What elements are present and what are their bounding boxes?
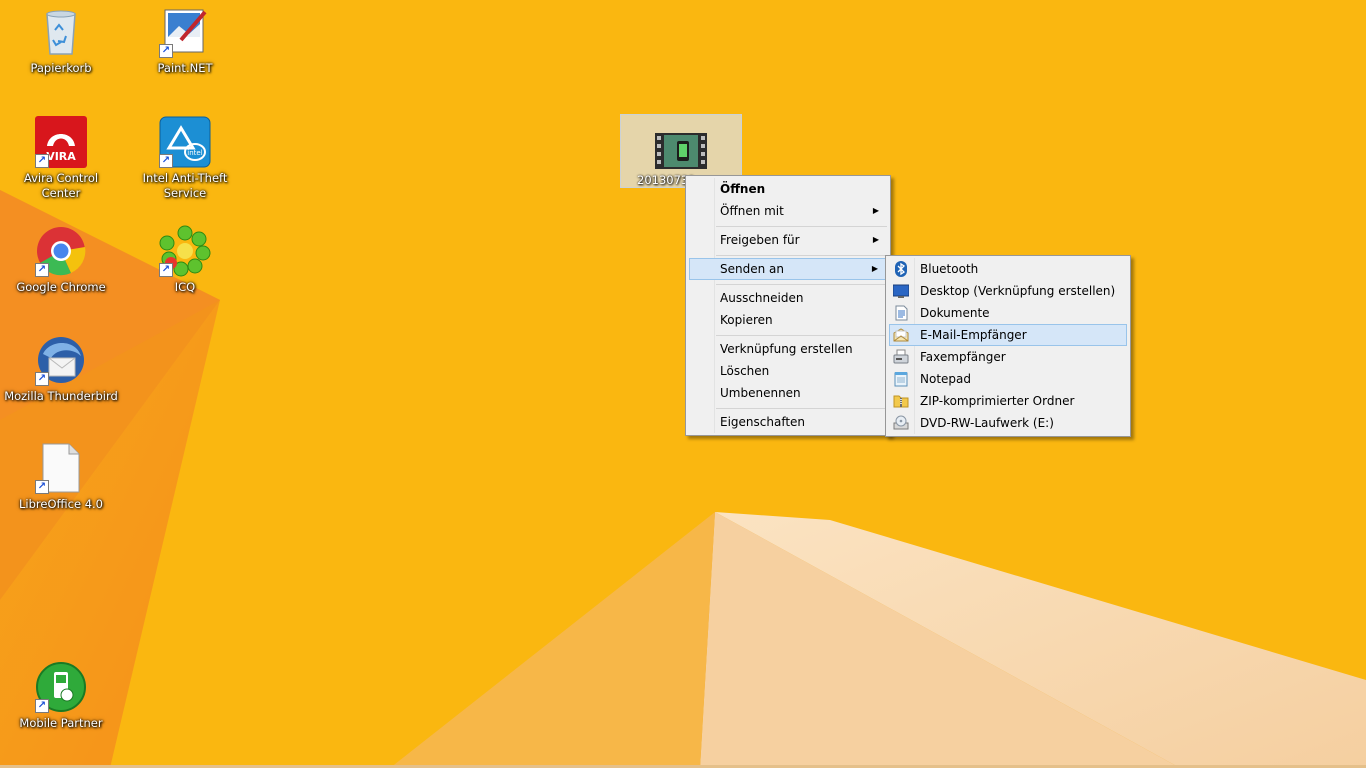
menu-item-send-to[interactable]: Senden an ▶: [689, 258, 887, 280]
dvd-drive-icon: [893, 415, 909, 431]
desktop-icon-label: LibreOffice 4.0: [19, 497, 103, 511]
sendto-item-bluetooth[interactable]: Bluetooth: [889, 258, 1127, 280]
menu-separator: [716, 335, 887, 336]
desktop[interactable]: Papierkorb ↗ Paint.NET VIRA ↗ Avira Cont…: [0, 0, 1366, 768]
menu-item-label: Freigeben für: [720, 233, 800, 247]
menu-item-copy[interactable]: Kopieren: [689, 309, 887, 331]
shortcut-arrow-icon: ↗: [35, 480, 49, 494]
paint-net-icon: ↗: [159, 6, 211, 58]
desktop-icon-label: Papierkorb: [30, 61, 92, 75]
submenu-arrow-icon: ▶: [872, 235, 879, 244]
menu-item-label: Faxempfänger: [920, 350, 1006, 364]
desktop-icon-mobile-partner[interactable]: ↗ Mobile Partner: [3, 661, 119, 731]
shortcut-arrow-icon: ↗: [35, 263, 49, 277]
menu-item-create-shortcut[interactable]: Verknüpfung erstellen: [689, 338, 887, 360]
shortcut-arrow-icon: ↗: [159, 154, 173, 168]
sendto-item-fax[interactable]: Faxempfänger: [889, 346, 1127, 368]
desktop-icon-label: Mobile Partner: [19, 716, 103, 730]
mobile-partner-icon: ↗: [35, 661, 87, 713]
shortcut-arrow-icon: ↗: [35, 372, 49, 386]
sendto-item-dvd-drive[interactable]: DVD-RW-Laufwerk (E:): [889, 412, 1127, 434]
bluetooth-icon: [893, 261, 909, 277]
desktop-icon-icq[interactable]: ↗ ICQ: [127, 225, 243, 295]
thunderbird-icon: ↗: [35, 334, 87, 386]
menu-separator: [716, 226, 887, 227]
video-file-icon: [655, 133, 707, 169]
menu-item-label: Öffnen: [720, 182, 766, 196]
menu-item-label: Ausschneiden: [720, 291, 804, 305]
desktop-icon-papierkorb[interactable]: Papierkorb: [3, 6, 119, 76]
menu-item-label: Dokumente: [920, 306, 990, 320]
menu-item-label: Kopieren: [720, 313, 773, 327]
sendto-item-notepad[interactable]: Notepad: [889, 368, 1127, 390]
chrome-icon: ↗: [35, 225, 87, 277]
sendto-item-zip-folder[interactable]: ZIP-komprimierter Ordner: [889, 390, 1127, 412]
zip-folder-icon: [893, 393, 909, 409]
fax-icon: [893, 349, 909, 365]
menu-item-label: ZIP-komprimierter Ordner: [920, 394, 1075, 408]
desktop-icon-paint-net[interactable]: ↗ Paint.NET: [127, 6, 243, 76]
desktop-icon: [892, 283, 910, 299]
desktop-icon-chrome[interactable]: ↗ Google Chrome: [3, 225, 119, 295]
menu-separator: [716, 408, 887, 409]
menu-item-share-with[interactable]: Freigeben für ▶: [689, 229, 887, 251]
menu-separator: [716, 255, 887, 256]
shortcut-arrow-icon: ↗: [35, 154, 49, 168]
libreoffice-icon: ↗: [35, 442, 87, 494]
menu-item-label: Umbenennen: [720, 386, 801, 400]
menu-separator: [716, 284, 887, 285]
menu-item-label: E-Mail-Empfänger: [920, 328, 1027, 342]
desktop-icon-label: Mozilla Thunderbird: [4, 389, 118, 403]
icq-flower-icon: ↗: [159, 225, 211, 277]
intel-anti-theft-icon: intel ↗: [159, 116, 211, 168]
submenu-arrow-icon: ▶: [872, 206, 879, 215]
desktop-icon-avira[interactable]: VIRA ↗ Avira Control Center: [3, 116, 119, 201]
mail-recipient-icon: [893, 327, 909, 343]
sendto-item-desktop[interactable]: Desktop (Verknüpfung erstellen): [889, 280, 1127, 302]
desktop-icon-thunderbird[interactable]: ↗ Mozilla Thunderbird: [3, 334, 119, 404]
menu-item-rename[interactable]: Umbenennen: [689, 382, 887, 404]
desktop-icon-intel-anti-theft[interactable]: intel ↗ Intel Anti-Theft Service: [127, 116, 243, 201]
context-menu: Öffnen Öffnen mit ▶ Freigeben für ▶ Senden…: [685, 175, 891, 436]
desktop-icon-label: Google Chrome: [16, 280, 106, 294]
menu-item-cut[interactable]: Ausschneiden: [689, 287, 887, 309]
menu-item-properties[interactable]: Eigenschaften: [689, 411, 887, 433]
menu-item-label: Bluetooth: [920, 262, 979, 276]
shortcut-arrow-icon: ↗: [35, 699, 49, 713]
menu-item-label: Löschen: [720, 364, 770, 378]
svg-text:VIRA: VIRA: [46, 150, 76, 163]
desktop-icon-label: Avira Control Center: [23, 171, 99, 200]
menu-item-label: Senden an: [720, 262, 784, 276]
svg-text:intel: intel: [187, 149, 202, 157]
menu-item-open[interactable]: Öffnen: [689, 178, 887, 200]
documents-icon: [893, 305, 909, 321]
menu-item-label: Desktop (Verknüpfung erstellen): [920, 284, 1116, 298]
menu-item-label: Eigenschaften: [720, 415, 806, 429]
desktop-icon-label: Paint.NET: [157, 61, 213, 75]
menu-item-delete[interactable]: Löschen: [689, 360, 887, 382]
menu-item-label: Öffnen mit: [720, 204, 784, 218]
desktop-icon-libreoffice[interactable]: ↗ LibreOffice 4.0: [3, 442, 119, 512]
desktop-icon-label: Intel Anti-Theft Service: [142, 171, 228, 200]
recycle-bin-icon: [35, 6, 87, 58]
sendto-item-mail-recipient[interactable]: E-Mail-Empfänger: [889, 324, 1127, 346]
sendto-item-documents[interactable]: Dokumente: [889, 302, 1127, 324]
menu-item-label: Notepad: [920, 372, 971, 386]
menu-item-label: Verknüpfung erstellen: [720, 342, 853, 356]
menu-item-label: DVD-RW-Laufwerk (E:): [920, 416, 1054, 430]
menu-item-open-with[interactable]: Öffnen mit ▶: [689, 200, 887, 222]
notepad-icon: [893, 371, 909, 387]
desktop-icon-label: ICQ: [174, 280, 196, 294]
shortcut-arrow-icon: ↗: [159, 263, 173, 277]
shortcut-arrow-icon: ↗: [159, 44, 173, 58]
sendto-submenu: Bluetooth Desktop (Verknüpfung erstellen…: [885, 255, 1131, 437]
avira-icon: VIRA ↗: [35, 116, 87, 168]
submenu-arrow-icon: ▶: [871, 264, 878, 273]
